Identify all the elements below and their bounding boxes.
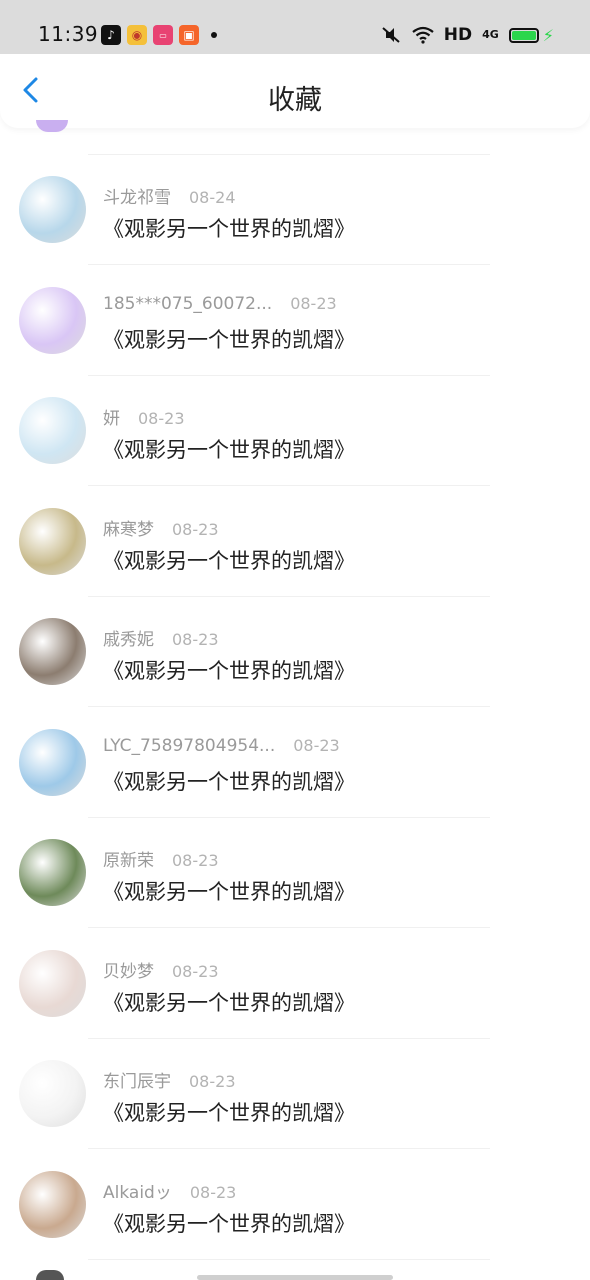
- tiktok-icon: ♪: [101, 25, 121, 45]
- name-line: 斗龙祁雪 08-24: [103, 183, 236, 208]
- avatar[interactable]: [19, 397, 86, 464]
- name-line: 原新荣 08-23: [103, 846, 219, 871]
- username[interactable]: 斗龙祁雪: [103, 183, 171, 208]
- username[interactable]: 麻寒梦: [103, 515, 154, 540]
- username[interactable]: 原新荣: [103, 846, 154, 871]
- item-title[interactable]: 《观影另一个世界的凯熠》: [103, 545, 355, 575]
- kuaishou-icon: ▣: [179, 25, 199, 45]
- date: 08-24: [189, 188, 236, 207]
- list-item[interactable]: 贝妙梦 08-23 《观影另一个世界的凯熠》: [0, 929, 590, 1039]
- name-line: 贝妙梦 08-23: [103, 957, 219, 982]
- divider: [88, 1258, 490, 1260]
- name-line: 东门辰宇 08-23: [103, 1067, 236, 1092]
- avatar[interactable]: [19, 618, 86, 685]
- weibo-icon: ◉: [127, 25, 147, 45]
- item-title[interactable]: 《观影另一个世界的凯熠》: [103, 987, 355, 1017]
- avatar[interactable]: [19, 1170, 86, 1238]
- name-line: 妍 08-23: [103, 404, 185, 429]
- item-title[interactable]: 《观影另一个世界的凯熠》: [103, 213, 355, 243]
- network-label: HD: [443, 25, 473, 45]
- mute-icon: [382, 27, 400, 43]
- item-title[interactable]: 《观影另一个世界的凯熠》: [103, 766, 355, 796]
- list-item[interactable]: 原新荣 08-23 《观影另一个世界的凯熠》: [0, 818, 590, 928]
- date: 08-23: [138, 409, 185, 428]
- date: 08-23: [290, 293, 337, 313]
- battery-icon: [508, 27, 539, 43]
- name-line: 麻寒梦 08-23: [103, 515, 219, 540]
- status-time: 11:39: [38, 22, 99, 46]
- home-indicator[interactable]: [197, 1275, 393, 1280]
- item-title[interactable]: 《观影另一个世界的凯熠》: [103, 434, 355, 464]
- page-title: 收藏: [268, 85, 322, 116]
- username[interactable]: Alkaidッ: [103, 1178, 172, 1203]
- item-title[interactable]: 《观影另一个世界的凯熠》: [103, 876, 355, 906]
- app-notification-icon: ▭: [153, 25, 173, 45]
- username[interactable]: 185***075_60072...: [103, 294, 272, 314]
- date: 08-23: [172, 961, 219, 981]
- item-title[interactable]: 《观影另一个世界的凯熠》: [103, 1097, 355, 1127]
- avatar[interactable]: [19, 839, 86, 906]
- list-item[interactable]: Alkaidッ 08-23 《观影另一个世界的凯熠》: [0, 1150, 590, 1260]
- wifi-icon: [412, 26, 434, 44]
- list-item[interactable]: LYC_75897804954... 08-23 《观影另一个世界的凯熠》: [0, 708, 590, 818]
- username[interactable]: LYC_75897804954...: [103, 736, 275, 756]
- signal-label: 4G: [482, 28, 499, 41]
- item-title[interactable]: 《观影另一个世界的凯熠》: [103, 324, 355, 354]
- avatar[interactable]: [19, 176, 86, 243]
- avatar[interactable]: [19, 286, 86, 354]
- charging-icon: ⚡: [542, 25, 554, 45]
- avatar: [36, 1270, 64, 1280]
- date: 08-23: [172, 851, 219, 870]
- item-title[interactable]: 《观影另一个世界的凯熠》: [103, 655, 355, 685]
- name-line: Alkaidッ 08-23: [103, 1178, 236, 1203]
- username[interactable]: 妍: [103, 404, 120, 429]
- list-item[interactable]: 185***075_60072... 08-23 《观影另一个世界的凯熠》: [0, 266, 590, 376]
- date: 08-23: [293, 735, 340, 755]
- list-item[interactable]: 妍 08-23 《观影另一个世界的凯熠》: [0, 376, 590, 486]
- more-notifications-dot: [211, 32, 217, 38]
- notification-icons: ♪ ◉ ▭ ▣: [101, 25, 217, 45]
- avatar[interactable]: [19, 507, 86, 575]
- date: 08-23: [172, 519, 219, 539]
- date: 08-23: [189, 1072, 236, 1091]
- username[interactable]: 戚秀妮: [103, 625, 154, 650]
- item-title[interactable]: 《观影另一个世界的凯熠》: [103, 1208, 355, 1238]
- date: 08-23: [189, 1182, 237, 1202]
- username[interactable]: 贝妙梦: [103, 957, 154, 982]
- list-item[interactable]: 东门辰宇 08-23 《观影另一个世界的凯熠》: [0, 1039, 590, 1149]
- status-bar: 11:39 ♪ ◉ ▭ ▣ HD 4G ⚡: [0, 0, 590, 58]
- date: 08-23: [172, 630, 219, 649]
- avatar[interactable]: [19, 1060, 86, 1127]
- list-item[interactable]: 戚秀妮 08-23 《观影另一个世界的凯熠》: [0, 597, 590, 707]
- avatar[interactable]: [19, 949, 86, 1017]
- status-right: HD 4G ⚡: [380, 25, 554, 45]
- list-item[interactable]: 斗龙祁雪 08-24 《观影另一个世界的凯熠》: [0, 155, 590, 265]
- list-item[interactable]: 麻寒梦 08-23 《观影另一个世界的凯熠》: [0, 487, 590, 597]
- header: 收藏: [0, 54, 590, 128]
- avatar[interactable]: [19, 728, 86, 796]
- name-line: 戚秀妮 08-23: [103, 625, 219, 650]
- username[interactable]: 东门辰宇: [103, 1067, 171, 1092]
- avatar: [36, 120, 68, 132]
- name-line: LYC_75897804954... 08-23: [103, 736, 340, 756]
- name-line: 185***075_60072... 08-23: [103, 294, 337, 314]
